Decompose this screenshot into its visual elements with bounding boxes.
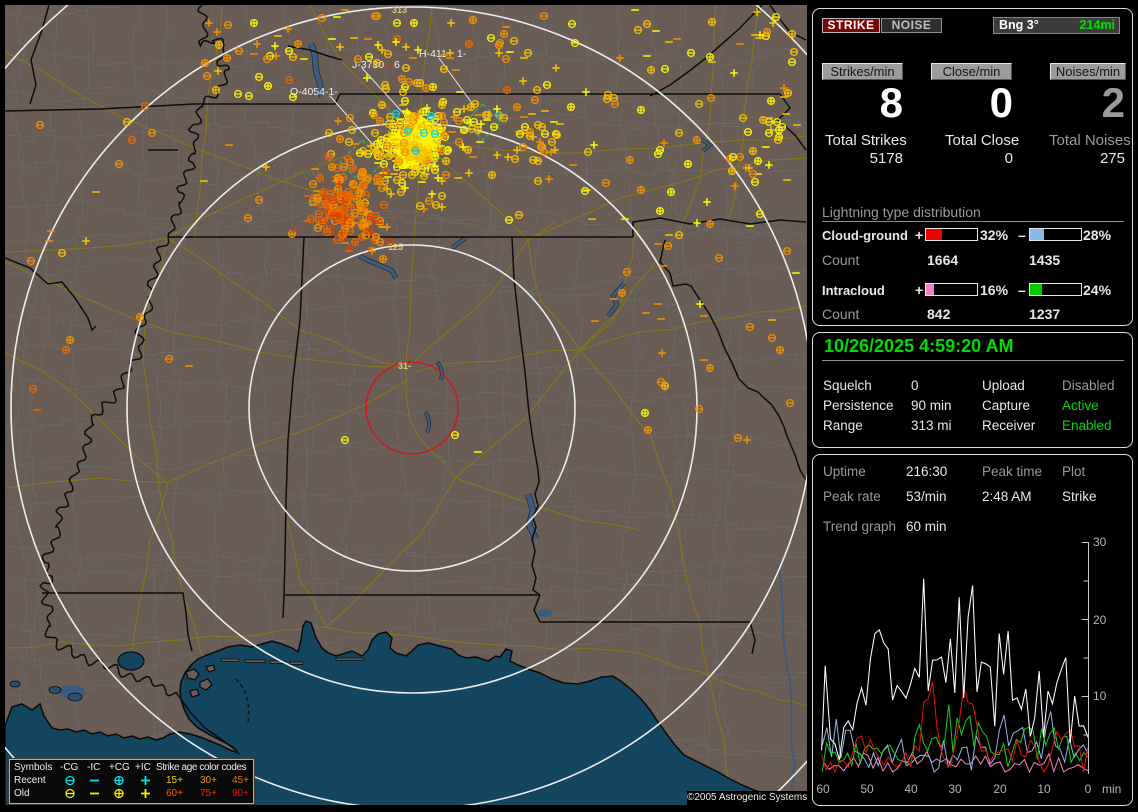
svg-text:60: 60 xyxy=(816,782,830,796)
svg-text:0: 0 xyxy=(1085,782,1092,796)
svg-text:20: 20 xyxy=(993,782,1007,796)
svg-text:40: 40 xyxy=(904,782,918,796)
svg-text:313: 313 xyxy=(392,5,407,15)
svg-text:10: 10 xyxy=(1093,689,1107,703)
svg-text:H-411: H-411 xyxy=(419,48,447,60)
svg-text:1-: 1- xyxy=(457,48,467,60)
svg-text:20: 20 xyxy=(1093,613,1107,627)
svg-text:31-: 31- xyxy=(398,361,411,371)
svg-text:Q-4054-1-: Q-4054-1- xyxy=(290,86,338,98)
svg-text:30: 30 xyxy=(948,782,962,796)
svg-text:50: 50 xyxy=(860,782,874,796)
svg-text:30: 30 xyxy=(1093,535,1107,549)
svg-text:-125: -125 xyxy=(385,242,403,252)
svg-text:10: 10 xyxy=(1037,782,1051,796)
svg-text:6: 6 xyxy=(394,59,400,71)
svg-text:min: min xyxy=(1102,782,1121,796)
svg-text:+: + xyxy=(386,59,392,71)
